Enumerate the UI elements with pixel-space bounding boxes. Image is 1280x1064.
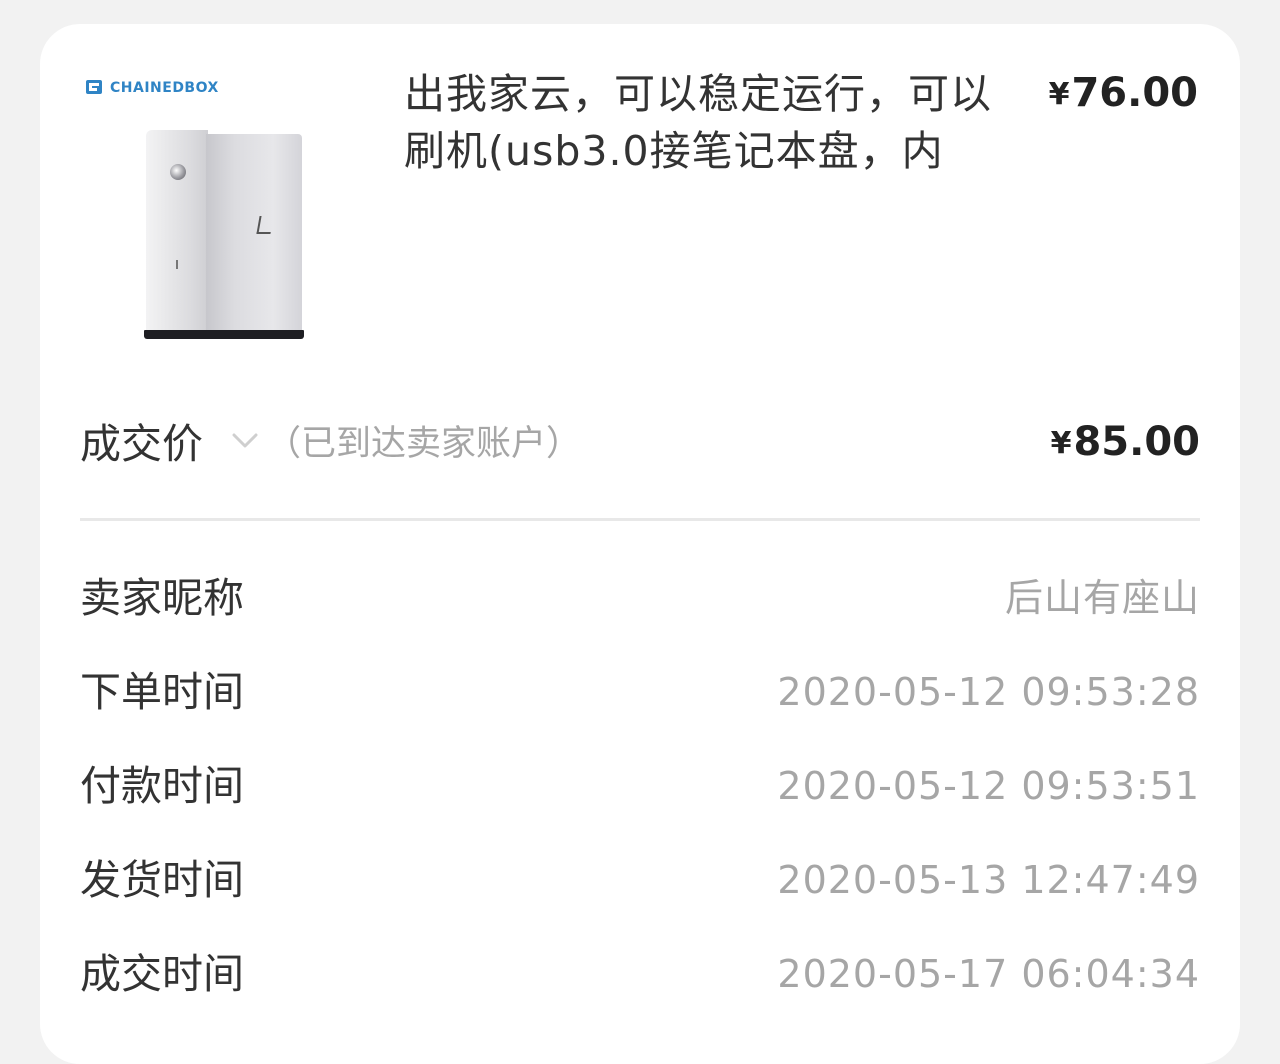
chevron-down-icon[interactable] xyxy=(230,428,260,452)
divider xyxy=(80,518,1200,521)
info-row-ship-time: 发货时间 2020-05-13 12:47:49 xyxy=(80,850,1200,910)
item-price-value: 76.00 xyxy=(1071,70,1198,116)
deal-status-note: （已到达卖家账户） xyxy=(266,424,582,464)
ship-time-value: 2020-05-13 12:47:49 xyxy=(777,858,1200,902)
brand-logo-icon xyxy=(86,80,102,94)
currency-symbol: ¥ xyxy=(1048,77,1070,112)
deal-price-row[interactable]: 成交价 （已到达卖家账户） ¥85.00 xyxy=(80,414,1200,474)
info-label: 发货时间 xyxy=(80,856,244,904)
info-row-payment-time: 付款时间 2020-05-12 09:53:51 xyxy=(80,756,1200,816)
deal-price-label: 成交价 xyxy=(80,420,203,468)
power-button-icon xyxy=(170,164,186,180)
item-price: ¥76.00 xyxy=(1049,68,1198,120)
device-illustration xyxy=(144,130,304,340)
brand-logo: CHAINEDBOX xyxy=(86,78,226,98)
info-label: 付款时间 xyxy=(80,762,244,810)
order-time-value: 2020-05-12 09:53:28 xyxy=(777,670,1200,714)
product-title[interactable]: 出我家云，可以稳定运行，可以刷机(usb3.0接笔记本盘，内 xyxy=(404,66,1004,180)
seller-nickname[interactable]: 后山有座山 xyxy=(1005,568,1200,628)
info-row-deal-time: 成交时间 2020-05-17 06:04:34 xyxy=(80,944,1200,1004)
order-detail-card: CHAINEDBOX 出我家云，可以稳定运行，可以刷机(usb3.0接笔记本盘，… xyxy=(40,24,1240,1064)
payment-time-value: 2020-05-12 09:53:51 xyxy=(777,764,1200,808)
currency-symbol: ¥ xyxy=(1050,426,1072,461)
deal-time-value: 2020-05-17 06:04:34 xyxy=(777,952,1200,996)
deal-price: ¥85.00 xyxy=(1051,416,1200,470)
brand-name: CHAINEDBOX xyxy=(110,80,219,96)
info-label: 卖家昵称 xyxy=(80,574,244,622)
info-label: 成交时间 xyxy=(80,950,244,998)
info-label: 下单时间 xyxy=(80,668,244,716)
product-image[interactable]: CHAINEDBOX xyxy=(86,70,386,370)
info-row-order-time: 下单时间 2020-05-12 09:53:28 xyxy=(80,662,1200,722)
info-row-seller: 卖家昵称 后山有座山 xyxy=(80,568,1200,628)
deal-price-value: 85.00 xyxy=(1073,419,1200,465)
